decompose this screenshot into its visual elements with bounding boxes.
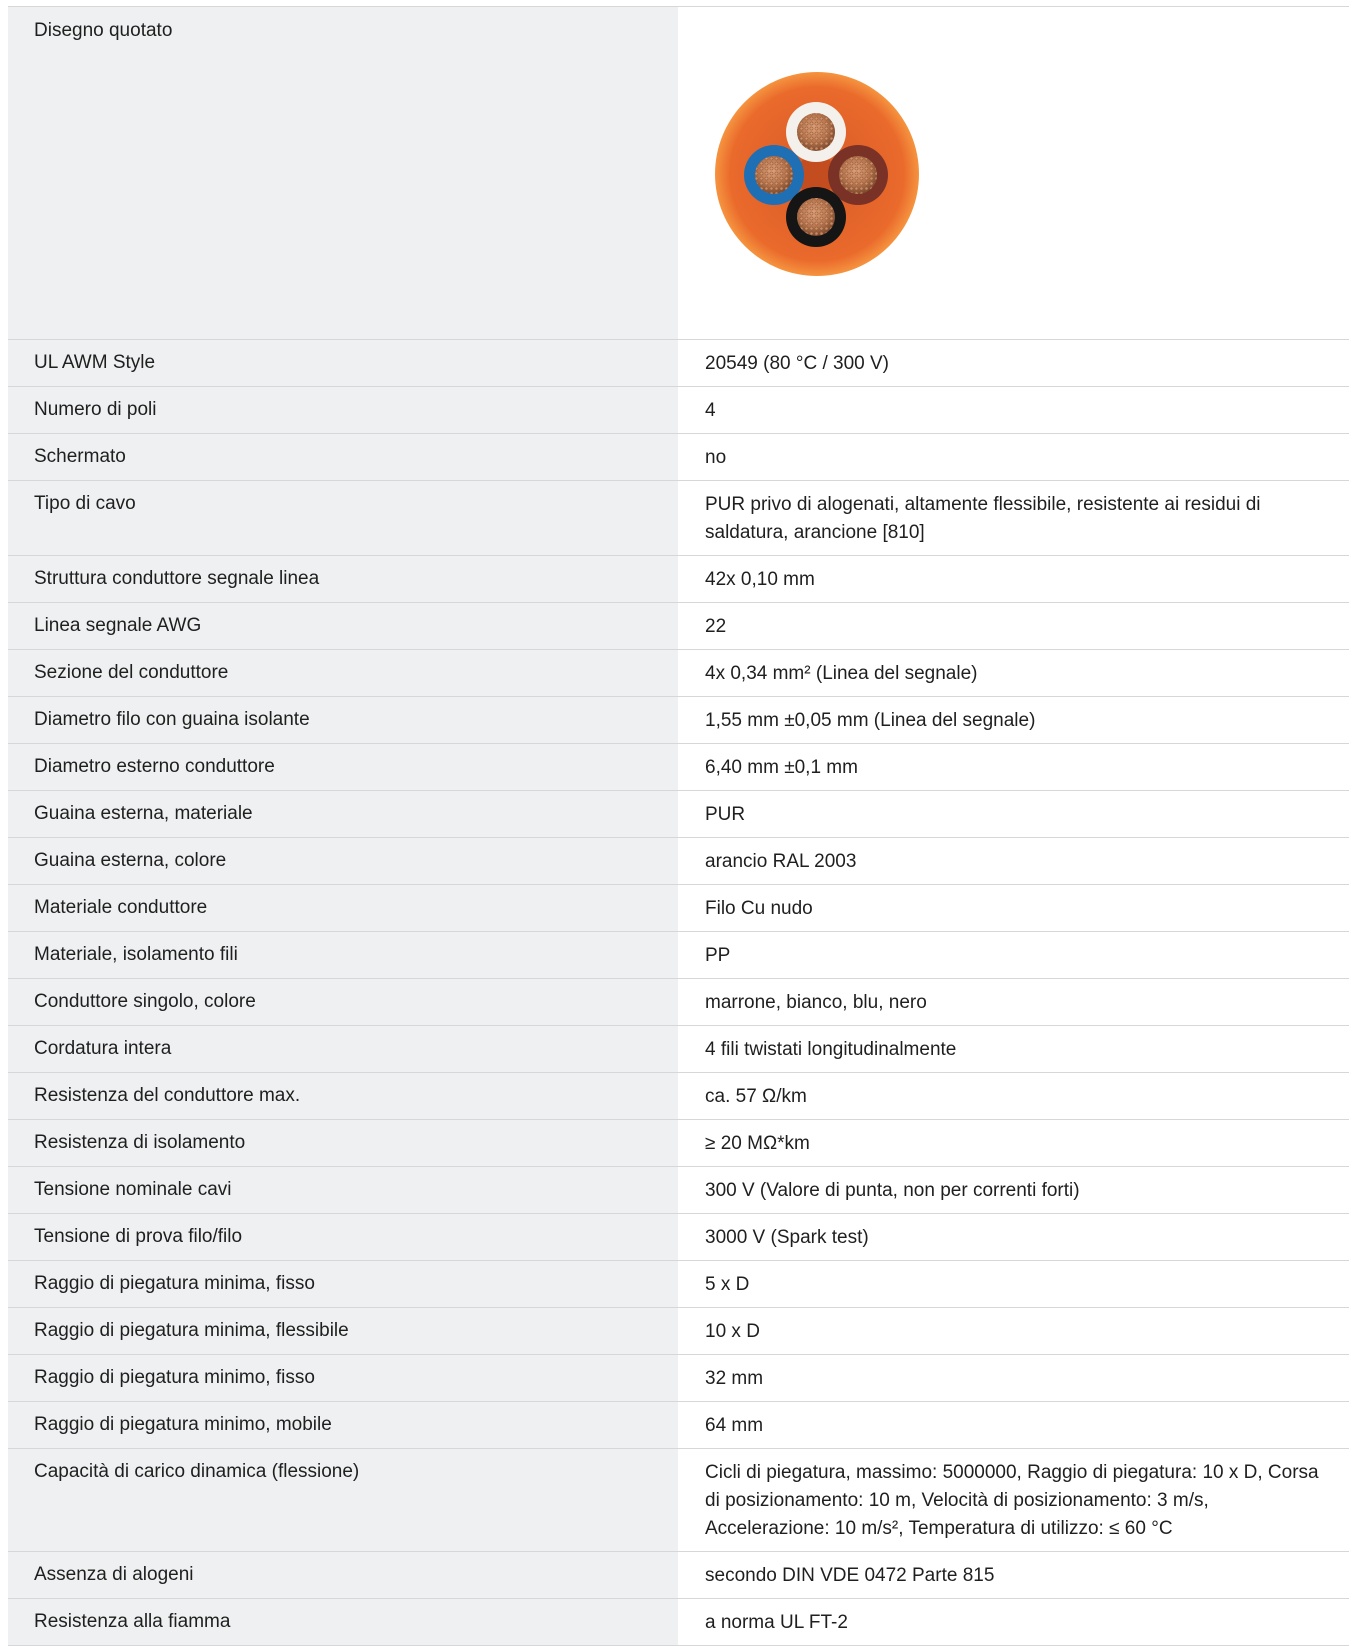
spec-value: a norma UL FT-2	[678, 1599, 1349, 1645]
spec-row: Raggio di piegatura minima, flessibile 10…	[8, 1308, 1349, 1355]
spec-label: Sezione del conduttore	[8, 650, 678, 696]
spec-row: Schermato no	[8, 434, 1349, 481]
spec-row: Resistenza alla fiamma a norma UL FT-2	[8, 1599, 1349, 1646]
spec-value: 1,55 mm ±0,05 mm (Linea del segnale)	[678, 697, 1349, 743]
spec-row: Cordatura intera 4 fili twistati longitud…	[8, 1026, 1349, 1073]
spec-label: Numero di poli	[8, 387, 678, 433]
spec-label: Disegno quotato	[8, 7, 678, 339]
spec-row: Resistenza del conduttore max. ca. 57 Ω/k…	[8, 1073, 1349, 1120]
spec-row: Tensione di prova filo/filo 3000 V (Spark…	[8, 1214, 1349, 1261]
spec-value: 300 V (Valore di punta, non per correnti…	[678, 1167, 1349, 1213]
spec-row: UL AWM Style 20549 (80 °C / 300 V)	[8, 340, 1349, 387]
spec-row: Diametro esterno conduttore 6,40 mm ±0,1 …	[8, 744, 1349, 791]
spec-row: Raggio di piegatura minimo, fisso 32 mm	[8, 1355, 1349, 1402]
spec-row: Resistenza di isolamento ≥ 20 MΩ*km	[8, 1120, 1349, 1167]
spec-row: Guaina esterna, materiale PUR	[8, 791, 1349, 838]
spec-value: ≥ 20 MΩ*km	[678, 1120, 1349, 1166]
spec-label: Guaina esterna, colore	[8, 838, 678, 884]
spec-value: 10 x D	[678, 1308, 1349, 1354]
spec-row: Conduttore singolo, colore marrone, bianc…	[8, 979, 1349, 1026]
spec-label: Raggio di piegatura minima, flessibile	[8, 1308, 678, 1354]
spec-row: Assenza di alogeni secondo DIN VDE 0472 P…	[8, 1552, 1349, 1599]
spec-row: Materiale conduttore Filo Cu nudo	[8, 885, 1349, 932]
spec-row: Diametro filo con guaina isolante 1,55 mm…	[8, 697, 1349, 744]
spec-row: Guaina esterna, colore arancio RAL 2003	[8, 838, 1349, 885]
spec-row: Struttura conduttore segnale linea 42x 0,…	[8, 556, 1349, 603]
spec-value: PUR	[678, 791, 1349, 837]
spec-value: Filo Cu nudo	[678, 885, 1349, 931]
spec-value: 64 mm	[678, 1402, 1349, 1448]
spec-value: 5 x D	[678, 1261, 1349, 1307]
spec-value: marrone, bianco, blu, nero	[678, 979, 1349, 1025]
spec-value: arancio RAL 2003	[678, 838, 1349, 884]
spec-value: 4 fili twistati longitudinalmente	[678, 1026, 1349, 1072]
spec-label: Materiale, isolamento fili	[8, 932, 678, 978]
spec-value: PP	[678, 932, 1349, 978]
spec-value: 22	[678, 603, 1349, 649]
spec-label: Conduttore singolo, colore	[8, 979, 678, 1025]
spec-value: 3000 V (Spark test)	[678, 1214, 1349, 1260]
spec-value: 4	[678, 387, 1349, 433]
spec-rows: UL AWM Style 20549 (80 °C / 300 V) Numero …	[8, 340, 1349, 1646]
spec-label: Resistenza alla fiamma	[8, 1599, 678, 1645]
spec-label: Tensione di prova filo/filo	[8, 1214, 678, 1260]
spec-label: Materiale conduttore	[8, 885, 678, 931]
spec-label: Tipo di cavo	[8, 481, 678, 555]
spec-row: Linea segnale AWG 22	[8, 603, 1349, 650]
spec-row: Materiale, isolamento fili PP	[8, 932, 1349, 979]
spec-label: Raggio di piegatura minimo, mobile	[8, 1402, 678, 1448]
spec-label: UL AWM Style	[8, 340, 678, 386]
spec-label: Assenza di alogeni	[8, 1552, 678, 1598]
spec-label: Diametro esterno conduttore	[8, 744, 678, 790]
spec-label: Capacità di carico dinamica (flessione)	[8, 1449, 678, 1551]
spec-label: Raggio di piegatura minima, fisso	[8, 1261, 678, 1307]
spec-label: Raggio di piegatura minimo, fisso	[8, 1355, 678, 1401]
spec-value: ca. 57 Ω/km	[678, 1073, 1349, 1119]
spec-label: Linea segnale AWG	[8, 603, 678, 649]
spec-value: 6,40 mm ±0,1 mm	[678, 744, 1349, 790]
spec-value: 42x 0,10 mm	[678, 556, 1349, 602]
spec-row: Numero di poli 4	[8, 387, 1349, 434]
spec-row: Raggio di piegatura minima, fisso 5 x D	[8, 1261, 1349, 1308]
spec-table: Disegno quotato UL AWM Style 20549 (80 °…	[8, 6, 1349, 1646]
spec-label: Resistenza di isolamento	[8, 1120, 678, 1166]
spec-value: PUR privo di alogenati, altamente flessi…	[678, 481, 1349, 555]
spec-row: Tipo di cavo PUR privo di alogenati, alta…	[8, 481, 1349, 556]
spec-label: Struttura conduttore segnale linea	[8, 556, 678, 602]
spec-label: Schermato	[8, 434, 678, 480]
spec-label: Tensione nominale cavi	[8, 1167, 678, 1213]
spec-value: 4x 0,34 mm² (Linea del segnale)	[678, 650, 1349, 696]
spec-row: Capacità di carico dinamica (flessione) C…	[8, 1449, 1349, 1552]
spec-label: Guaina esterna, materiale	[8, 791, 678, 837]
spec-label: Cordatura intera	[8, 1026, 678, 1072]
cable-cross-section-icon	[715, 72, 919, 276]
spec-row-drawing: Disegno quotato	[8, 7, 1349, 340]
spec-label: Resistenza del conduttore max.	[8, 1073, 678, 1119]
spec-label: Diametro filo con guaina isolante	[8, 697, 678, 743]
spec-row: Sezione del conduttore 4x 0,34 mm² (Linea…	[8, 650, 1349, 697]
spec-value: secondo DIN VDE 0472 Parte 815	[678, 1552, 1349, 1598]
spec-value-image	[678, 7, 1349, 339]
spec-value: 32 mm	[678, 1355, 1349, 1401]
spec-row: Raggio di piegatura minimo, mobile 64 mm	[8, 1402, 1349, 1449]
spec-value: no	[678, 434, 1349, 480]
spec-value: Cicli di piegatura, massimo: 5000000, Ra…	[678, 1449, 1349, 1551]
spec-row: Tensione nominale cavi 300 V (Valore di p…	[8, 1167, 1349, 1214]
spec-value: 20549 (80 °C / 300 V)	[678, 340, 1349, 386]
